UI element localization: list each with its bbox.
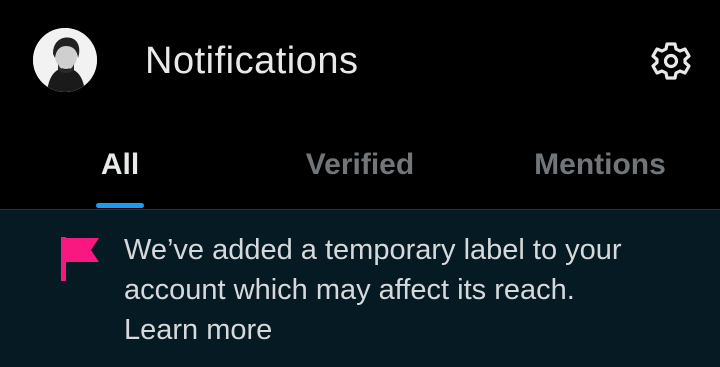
- top-bar: Notifications: [0, 0, 720, 125]
- page-title: Notifications: [145, 40, 359, 82]
- gear-icon: [651, 42, 691, 80]
- settings-button[interactable]: [648, 38, 694, 84]
- tab-verified-label: Verified: [305, 148, 415, 181]
- tab-all[interactable]: All: [0, 125, 240, 209]
- notifications-screen: Notifications All Verified Mentions We’v…: [0, 0, 720, 367]
- tab-mentions[interactable]: Mentions: [480, 125, 720, 209]
- tab-all-label: All: [100, 148, 140, 181]
- user-avatar-icon: [33, 28, 97, 92]
- avatar[interactable]: [33, 28, 97, 92]
- learn-more-link[interactable]: Learn more: [124, 310, 272, 350]
- banner-message: We’ve added a temporary label to your ac…: [124, 230, 704, 350]
- tab-mentions-label: Mentions: [534, 148, 666, 181]
- banner-flag: [58, 236, 102, 282]
- banner-message-text: We’ve added a temporary label to your ac…: [124, 234, 622, 306]
- active-tab-indicator: [96, 203, 144, 208]
- notification-tabs: All Verified Mentions: [0, 125, 720, 210]
- tab-verified[interactable]: Verified: [240, 125, 480, 209]
- flag-icon: [61, 237, 99, 281]
